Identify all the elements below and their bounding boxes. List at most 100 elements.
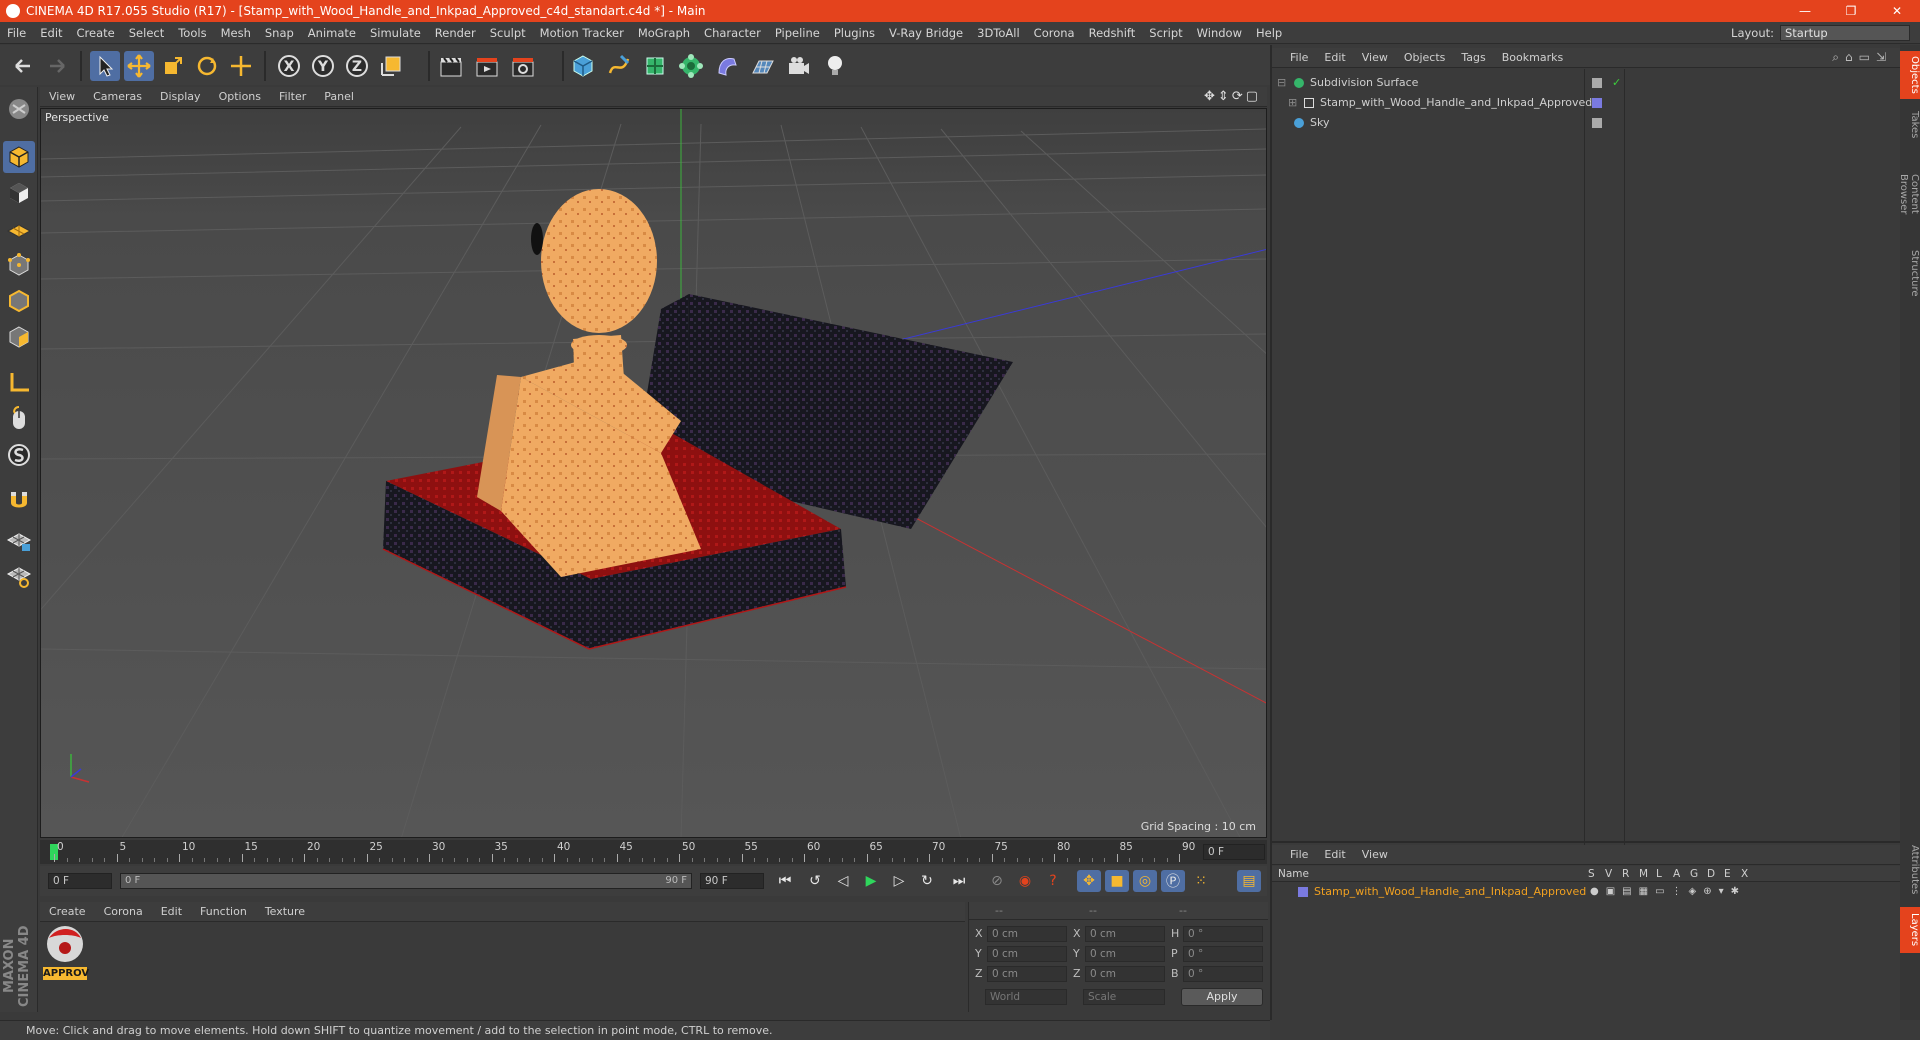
menu-edit[interactable]: Edit — [33, 26, 69, 40]
side-tab-structure[interactable]: Structure — [1900, 243, 1920, 303]
menu-sculpt[interactable]: Sculpt — [483, 26, 533, 40]
position-y-field[interactable]: 0 cm — [987, 946, 1067, 962]
add-mograph-button[interactable] — [676, 51, 706, 81]
side-tab-attributes[interactable]: Attributes — [1900, 837, 1920, 903]
layout-dropdown[interactable]: Startup — [1780, 25, 1910, 41]
object-menu-view[interactable]: View — [1354, 51, 1396, 64]
viewport-menu-display[interactable]: Display — [151, 90, 210, 103]
menu-motion-tracker[interactable]: Motion Tracker — [533, 26, 631, 40]
side-tab-takes[interactable]: Takes — [1900, 105, 1920, 145]
key-scale-button[interactable]: ■ — [1105, 870, 1129, 892]
viewport-menu-cameras[interactable]: Cameras — [84, 90, 151, 103]
viewport-menu-filter[interactable]: Filter — [270, 90, 315, 103]
object-manager-tool-icons[interactable]: ⌕⌂▭⇲ — [1832, 50, 1900, 65]
timeline-ruler[interactable]: 0 5 10 15 20 25 30 35 40 45 50 55 60 65 70 75 80 85 90 0 F — [40, 840, 1267, 864]
start-frame-field[interactable]: 0 F — [48, 873, 112, 889]
side-tab-layers[interactable]: Layers — [1900, 907, 1920, 953]
object-row-stamp[interactable]: ⊞ Stamp_with_Wood_Handle_and_Inkpad_Appr… — [1274, 93, 1898, 113]
key-parameter-button[interactable]: Ⓟ — [1161, 870, 1185, 892]
rotation-b-field[interactable]: 0 ° — [1183, 966, 1263, 982]
key-pla-button[interactable]: ⁙ — [1189, 870, 1213, 892]
select-tool-button[interactable] — [90, 51, 120, 81]
menu-3dtoall[interactable]: 3DToAll — [970, 26, 1027, 40]
menu-animate[interactable]: Animate — [301, 26, 363, 40]
menu-vray-bridge[interactable]: V-Ray Bridge — [882, 26, 970, 40]
object-menu-objects[interactable]: Objects — [1396, 51, 1454, 64]
size-z-field[interactable]: 0 cm — [1085, 966, 1165, 982]
menu-redshift[interactable]: Redshift — [1082, 26, 1143, 40]
menu-snap[interactable]: Snap — [258, 26, 301, 40]
object-menu-file[interactable]: File — [1282, 51, 1316, 64]
3d-viewport[interactable]: Perspective Grid Spacing : 10 cm — [40, 108, 1267, 838]
rotation-p-field[interactable]: 0 ° — [1183, 946, 1263, 962]
record-disabled-button[interactable]: ⊘ — [985, 870, 1009, 892]
texture-mode-button[interactable] — [3, 177, 35, 209]
side-tab-content-browser[interactable]: Content Browser — [1898, 149, 1920, 239]
locked-workplane-button[interactable] — [3, 523, 35, 555]
viewport-nav-icons[interactable]: ✥⇕⟳▢ — [1204, 89, 1267, 104]
autokeying-button[interactable]: ? — [1041, 870, 1065, 892]
size-mode-dropdown[interactable]: Scale — [1083, 989, 1165, 1005]
prev-key-button[interactable]: ↺ — [803, 870, 827, 892]
redo-button[interactable] — [42, 51, 72, 81]
viewport-menu-panel[interactable]: Panel — [315, 90, 363, 103]
move-tool-button[interactable] — [124, 51, 154, 81]
z-axis-toggle[interactable]: Z — [342, 51, 372, 81]
render-settings-button[interactable] — [508, 51, 538, 81]
live-selection-button[interactable] — [226, 51, 256, 81]
render-view-button[interactable] — [436, 51, 466, 81]
minimize-button[interactable]: — — [1782, 4, 1828, 18]
current-frame-field[interactable]: 0 F — [1203, 844, 1265, 860]
menu-simulate[interactable]: Simulate — [363, 26, 428, 40]
material-menu-edit[interactable]: Edit — [152, 905, 191, 918]
layer-row[interactable]: Stamp_with_Wood_Handle_and_Inkpad_Approv… — [1274, 883, 1898, 901]
size-x-field[interactable]: 0 cm — [1085, 926, 1165, 942]
range-slider[interactable]: 0 F 90 F — [120, 873, 692, 889]
coordinate-mode-dropdown[interactable]: World — [985, 989, 1067, 1005]
position-x-field[interactable]: 0 cm — [987, 926, 1067, 942]
object-menu-bookmarks[interactable]: Bookmarks — [1494, 51, 1571, 64]
y-axis-toggle[interactable]: Y — [308, 51, 338, 81]
make-editable-button[interactable] — [3, 93, 35, 125]
add-generator-button[interactable] — [640, 51, 670, 81]
scale-tool-button[interactable] — [158, 51, 188, 81]
object-row-subdivision[interactable]: ⊟ Subdivision Surface ✓ — [1274, 73, 1898, 93]
prev-frame-button[interactable]: ◁ — [831, 870, 855, 892]
points-mode-button[interactable] — [3, 249, 35, 281]
snap-toggle-button[interactable] — [3, 439, 35, 471]
object-menu-tags[interactable]: Tags — [1453, 51, 1493, 64]
enabled-check-icon[interactable]: ✓ — [1612, 73, 1621, 93]
material-menu-corona[interactable]: Corona — [95, 905, 152, 918]
edges-mode-button[interactable] — [3, 285, 35, 317]
close-button[interactable]: ✕ — [1874, 4, 1920, 18]
side-tab-objects[interactable]: Objects — [1900, 51, 1920, 99]
layer-menu-view[interactable]: View — [1354, 848, 1396, 861]
menu-file[interactable]: File — [0, 26, 33, 40]
layer-menu-edit[interactable]: Edit — [1316, 848, 1353, 861]
menu-corona[interactable]: Corona — [1027, 26, 1082, 40]
material-menu-create[interactable]: Create — [40, 905, 95, 918]
x-axis-toggle[interactable]: X — [274, 51, 304, 81]
menu-mesh[interactable]: Mesh — [214, 26, 258, 40]
object-row-sky[interactable]: Sky — [1274, 113, 1898, 133]
add-spline-button[interactable] — [604, 51, 634, 81]
render-to-picture-viewer-button[interactable] — [472, 51, 502, 81]
menu-script[interactable]: Script — [1142, 26, 1189, 40]
rotate-tool-button[interactable] — [192, 51, 222, 81]
viewport-menu-view[interactable]: View — [40, 90, 84, 103]
polygons-mode-button[interactable] — [3, 321, 35, 353]
axis-mode-button[interactable] — [3, 367, 35, 399]
coordinate-system-button[interactable] — [376, 51, 406, 81]
maximize-button[interactable]: ❐ — [1828, 4, 1874, 18]
viewport-menu-options[interactable]: Options — [210, 90, 270, 103]
end-frame-field[interactable]: 90 F — [700, 873, 764, 889]
material-menu-function[interactable]: Function — [191, 905, 256, 918]
undo-button[interactable] — [8, 51, 38, 81]
record-active-objects-button[interactable]: ◉ — [1013, 870, 1037, 892]
add-camera-button[interactable] — [784, 51, 814, 81]
model-mode-button[interactable] — [3, 141, 35, 173]
menu-tools[interactable]: Tools — [171, 26, 213, 40]
key-position-button[interactable]: ✥ — [1077, 870, 1101, 892]
size-y-field[interactable]: 0 cm — [1085, 946, 1165, 962]
add-deformer-button[interactable] — [712, 51, 742, 81]
